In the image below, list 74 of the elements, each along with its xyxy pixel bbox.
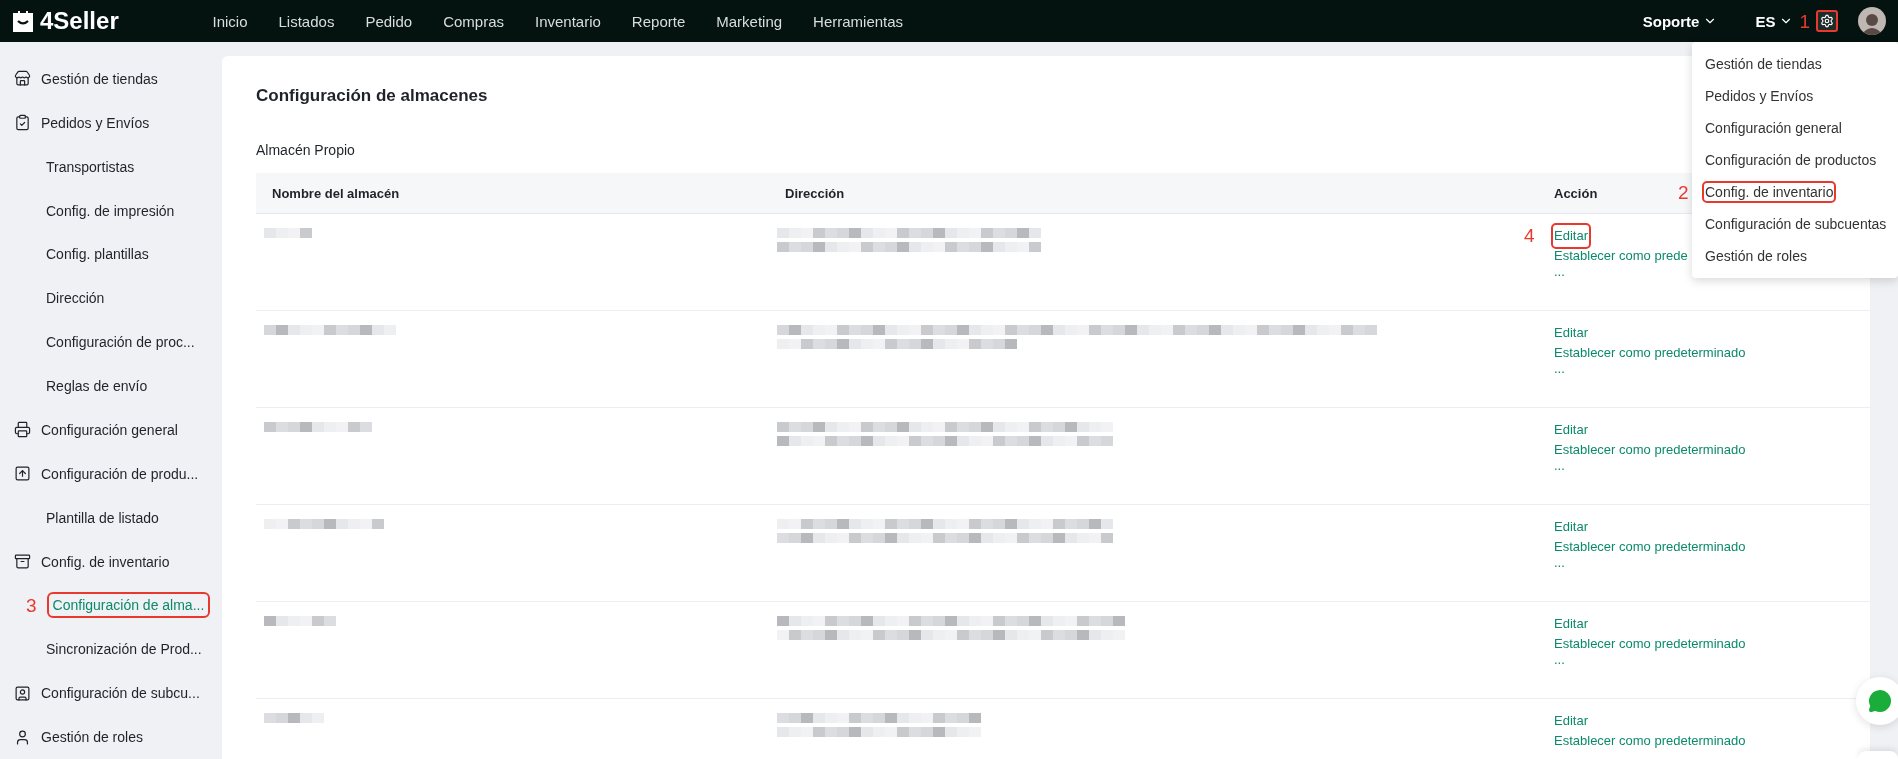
sidebar-item[interactable]: Transportistas	[46, 158, 135, 175]
menu-item[interactable]: Gestión de roles	[1705, 248, 1807, 264]
set-default-link[interactable]: Establecer como predeterminado	[1554, 343, 1746, 363]
menu-item[interactable]: Pedidos y Envíos	[1705, 88, 1814, 104]
more-link[interactable]: ...	[1554, 460, 1565, 472]
set-default-link[interactable]: Establecer como predeterminado	[1554, 731, 1746, 751]
nav-link[interactable]: Compras	[427, 12, 520, 30]
sidebar-item[interactable]: Gestión de roles	[41, 729, 143, 746]
edit-link[interactable]: Editar	[1554, 711, 1588, 731]
sidebar-item[interactable]: Dirección	[46, 290, 105, 307]
more-link[interactable]: ...	[1554, 557, 1565, 569]
nav-link[interactable]: Marketing	[700, 12, 798, 30]
printer-icon	[14, 421, 31, 439]
set-default-link[interactable]: Establecer como predeterminado	[1554, 537, 1746, 557]
nav-link[interactable]: Inventario	[519, 12, 617, 30]
callout-number: 1	[1799, 11, 1810, 31]
sidebar-item[interactable]: Pedidos y Envíos	[41, 114, 150, 131]
support-dropdown[interactable]: Soporte	[1626, 12, 1734, 30]
edit-link[interactable]: Editar	[1554, 420, 1588, 440]
language-dropdown[interactable]: ES	[1739, 12, 1794, 30]
sidebar-item[interactable]: Sincronización de Prod...	[46, 641, 202, 658]
sidebar-item[interactable]: Config. plantillas	[46, 246, 149, 263]
blurred-text	[264, 228, 312, 238]
upload-icon	[14, 465, 31, 483]
more-link[interactable]: ...	[1554, 266, 1565, 278]
menu-item[interactable]: Configuración de productos	[1705, 152, 1877, 168]
nav-link[interactable]: Herramientas	[797, 12, 919, 30]
callout-number: 2	[1678, 182, 1689, 202]
avatar[interactable]	[1858, 7, 1886, 35]
sidebar-item[interactable]: Plantilla de listado	[46, 509, 159, 526]
menu-item[interactable]: Gestión de tiendas	[1705, 56, 1822, 72]
edit-link[interactable]: Editar	[1554, 226, 1588, 246]
store-icon	[14, 70, 31, 88]
nav-link[interactable]: Pedido	[349, 12, 428, 30]
set-default-link[interactable]: Establecer como prede	[1554, 246, 1688, 266]
section-title: Almacén Propio	[256, 142, 355, 158]
edit-link[interactable]: Editar	[1554, 517, 1588, 537]
edit-link[interactable]: Editar	[1554, 614, 1588, 634]
menu-item[interactable]: Configuración general	[1705, 120, 1842, 136]
sidebar-item[interactable]: Configuración de proc...	[46, 334, 195, 351]
more-link[interactable]: ...	[1554, 363, 1565, 375]
sidebar-item[interactable]: Gestión de tiendas	[41, 70, 158, 87]
clipboard-icon	[14, 114, 31, 132]
sidebar-item[interactable]: Config. de inventario	[41, 553, 170, 570]
callout-number: 4	[1524, 226, 1535, 245]
more-link[interactable]: ...	[1554, 654, 1565, 666]
edit-link[interactable]: Editar	[1554, 323, 1588, 343]
set-default-link[interactable]: Establecer como predeterminado	[1554, 634, 1746, 654]
user-icon	[14, 728, 31, 746]
logo-text: 4Seller	[40, 7, 119, 35]
column-header: Acción	[1554, 185, 1598, 201]
bag-logo-icon	[12, 9, 34, 33]
menu-item[interactable]: Configuración de subcuentas	[1705, 216, 1887, 232]
id-badge-icon	[14, 684, 31, 702]
page-title: Configuración de almacenes	[256, 86, 488, 106]
set-default-link[interactable]: Establecer como predeterminado	[1554, 440, 1746, 460]
box-icon	[14, 553, 31, 571]
settings-button[interactable]	[1816, 10, 1838, 32]
column-header: Dirección	[785, 185, 845, 201]
sidebar-item[interactable]: Reglas de envío	[46, 378, 148, 395]
blurred-text	[264, 616, 336, 626]
settings-icon	[1820, 14, 1834, 28]
sidebar-item[interactable]: Config. de impresión	[46, 202, 175, 219]
sidebar-item[interactable]: Configuración general	[41, 421, 178, 438]
callout-number: 3	[26, 595, 37, 615]
nav-link[interactable]: Inicio	[197, 12, 264, 30]
nav-link[interactable]: Reporte	[616, 12, 701, 30]
blurred-text	[264, 713, 324, 723]
column-header: Nombre del almacén	[272, 185, 400, 201]
nav-link[interactable]: Listados	[263, 12, 350, 30]
sidebar-item[interactable]: Configuración de subcu...	[41, 685, 200, 702]
menu-item[interactable]: Config. de inventario	[1705, 184, 1834, 200]
sidebar-item[interactable]: Configuración de produ...	[41, 465, 199, 482]
chat-bubble-icon	[1868, 689, 1892, 713]
